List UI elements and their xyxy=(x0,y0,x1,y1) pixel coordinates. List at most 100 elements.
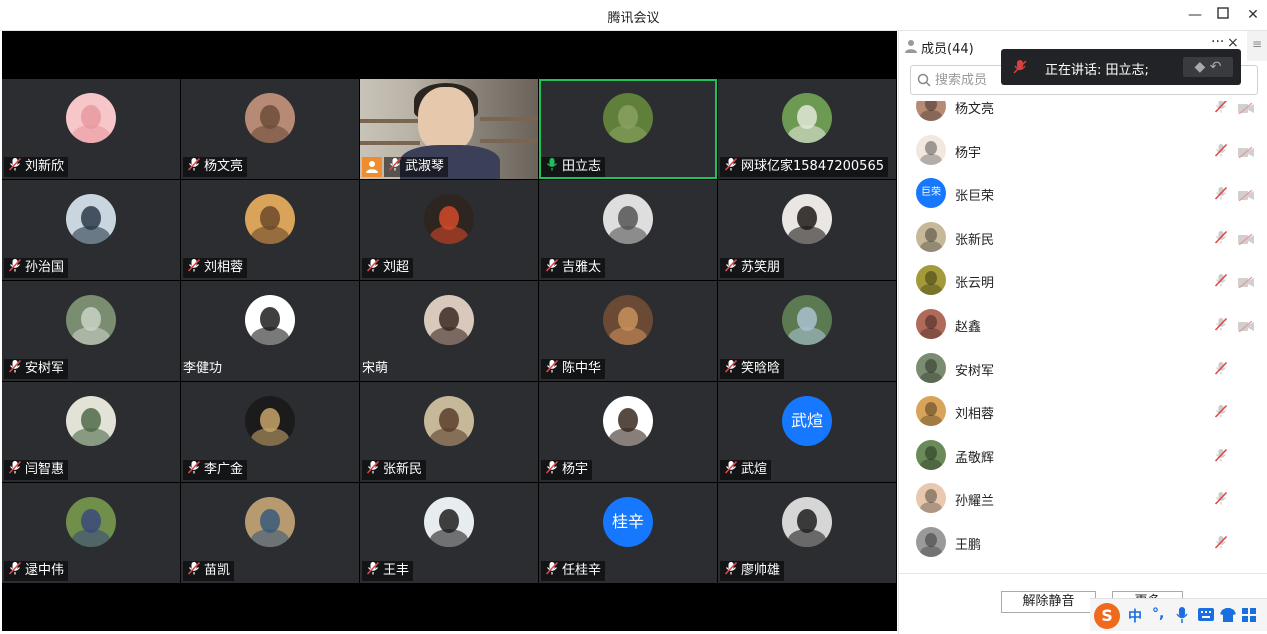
participant-name: 陈中华 xyxy=(562,361,602,376)
punctuation-icon[interactable]: °, xyxy=(1152,606,1164,622)
participant-name: 逯中伟 xyxy=(25,563,65,578)
muted-mic-icon xyxy=(8,460,22,481)
participant-tile[interactable]: 宋萌 xyxy=(360,281,538,381)
participant-name-tag: 杨宇 xyxy=(541,460,593,480)
screen-share-icon[interactable] xyxy=(362,157,382,177)
banner-controls-icon[interactable]: ◆ ↶ xyxy=(1183,57,1233,77)
member-row[interactable]: 安树军 xyxy=(899,347,1267,390)
participant-name-tag: 廖帅雄 xyxy=(720,561,785,582)
more-options-icon[interactable]: ··· xyxy=(1211,34,1224,50)
member-row[interactable]: 杨文亮 xyxy=(899,101,1267,128)
member-row[interactable]: 孟敬辉 xyxy=(899,434,1267,477)
keyboard-icon[interactable] xyxy=(1198,608,1214,621)
muted-mic-icon[interactable] xyxy=(1214,360,1228,379)
video-off-icon[interactable] xyxy=(1238,101,1254,118)
member-list[interactable]: 杨文亮 杨宇 巨荣 张巨荣张新民张云明赵鑫安树军 刘相蓉 孟敬辉 孙耀兰 王鹏 xyxy=(899,101,1267,573)
participant-name-tag: 李健功 xyxy=(181,359,226,379)
avatar: 武煊 xyxy=(782,396,832,446)
video-off-icon[interactable] xyxy=(1238,273,1254,292)
close-window-icon[interactable]: ✕ xyxy=(1244,6,1262,24)
participant-tile[interactable]: 王丰 xyxy=(360,483,538,583)
member-row[interactable]: 杨宇 xyxy=(899,129,1267,172)
muted-mic-icon[interactable] xyxy=(1214,534,1228,553)
menu-icon[interactable]: ≡ xyxy=(1249,37,1265,55)
participant-name: 任桂辛 xyxy=(562,563,602,578)
skin-icon[interactable] xyxy=(1220,608,1236,622)
participant-tile[interactable]: 武煊 武煊 xyxy=(718,382,896,482)
participant-tile[interactable]: 逯中伟 xyxy=(2,483,180,583)
participant-tile[interactable]: 陈中华 xyxy=(539,281,717,381)
member-avatar xyxy=(916,221,946,252)
member-row[interactable]: 孙耀兰 xyxy=(899,477,1267,520)
search-icon xyxy=(917,73,931,87)
speaking-banner: 正在讲话: 田立志; ◆ ↶ xyxy=(1001,49,1241,85)
muted-mic-icon[interactable] xyxy=(1214,490,1228,509)
video-off-icon[interactable] xyxy=(1238,230,1254,249)
participant-tile[interactable]: 杨宇 xyxy=(539,382,717,482)
participant-name-tag: 闫智惠 xyxy=(4,460,69,481)
avatar xyxy=(424,295,474,345)
member-row[interactable]: 巨荣 张巨荣 xyxy=(899,172,1267,215)
participant-tile[interactable]: 武淑琴 xyxy=(360,79,538,179)
muted-mic-icon[interactable] xyxy=(1214,447,1228,466)
muted-mic-icon[interactable] xyxy=(1214,403,1228,422)
avatar xyxy=(603,93,653,143)
participant-tile[interactable]: 吉雅太 xyxy=(539,180,717,280)
participant-name: 宋萌 xyxy=(362,361,389,376)
participant-tile[interactable]: 安树军 xyxy=(2,281,180,381)
muted-mic-icon xyxy=(724,258,738,279)
participant-tile[interactable]: 李广金 xyxy=(181,382,359,482)
participant-tile[interactable]: 廖帅雄 xyxy=(718,483,896,583)
avatar xyxy=(245,295,295,345)
participant-name: 网球亿家15847200565 xyxy=(741,159,884,174)
voice-input-icon[interactable] xyxy=(1176,607,1188,623)
participant-tile[interactable]: 张新民 xyxy=(360,382,538,482)
member-row[interactable]: 张新民 xyxy=(899,216,1267,259)
muted-mic-icon[interactable] xyxy=(1214,316,1228,335)
participant-tile[interactable]: 笑晗晗 xyxy=(718,281,896,381)
muted-mic-icon[interactable] xyxy=(1214,101,1228,117)
video-off-icon[interactable] xyxy=(1238,143,1254,162)
video-off-icon[interactable] xyxy=(1238,317,1254,336)
member-row[interactable]: 王鹏 xyxy=(899,521,1267,564)
participant-tile[interactable]: 李健功 xyxy=(181,281,359,381)
participant-tile[interactable]: 网球亿家15847200565 xyxy=(718,79,896,179)
video-off-icon[interactable] xyxy=(1238,186,1254,205)
member-row[interactable]: 张云明 xyxy=(899,259,1267,302)
unmute-all-button[interactable]: 解除静音 xyxy=(1001,591,1096,613)
participant-tile[interactable]: 苗凯 xyxy=(181,483,359,583)
member-avatar xyxy=(916,439,946,470)
participant-name-tag: 苗凯 xyxy=(183,561,235,581)
participant-tile[interactable]: 苏笑朋 xyxy=(718,180,896,280)
participant-tile[interactable]: 刘相蓉 xyxy=(181,180,359,280)
participant-tile[interactable]: 刘新欣 xyxy=(2,79,180,179)
minimize-icon[interactable]: — xyxy=(1186,6,1204,24)
participant-name-tag: 武煊 xyxy=(720,460,772,480)
avatar xyxy=(66,194,116,244)
participant-tile[interactable]: 杨文亮 xyxy=(181,79,359,179)
participant-name: 李广金 xyxy=(204,462,244,477)
participant-tile[interactable]: 闫智惠 xyxy=(2,382,180,482)
muted-mic-icon xyxy=(724,561,738,582)
member-row[interactable]: 刘相蓉 xyxy=(899,390,1267,433)
toolbox-icon[interactable] xyxy=(1242,608,1256,622)
video-area: 刘新欣 杨文亮 武淑琴 田立志 网球亿家15847200565 孙治国 刘相蓉 刘超 吉雅太 苏笑… xyxy=(2,31,897,631)
participant-tile[interactable]: 田立志 xyxy=(539,79,717,179)
member-name: 赵鑫 xyxy=(955,320,982,335)
participant-tile[interactable]: 刘超 xyxy=(360,180,538,280)
avatar xyxy=(66,396,116,446)
ime-language-toggle[interactable]: 中 xyxy=(1128,606,1142,626)
muted-mic-icon[interactable] xyxy=(1214,185,1228,204)
member-name: 张新民 xyxy=(955,232,995,248)
muted-mic-icon[interactable] xyxy=(1214,142,1228,161)
muted-mic-icon xyxy=(388,157,402,178)
muted-mic-icon[interactable] xyxy=(1214,229,1228,248)
member-row[interactable]: 赵鑫 xyxy=(899,303,1267,346)
muted-mic-icon xyxy=(8,258,22,279)
participant-tile[interactable]: 桂辛 任桂辛 xyxy=(539,483,717,583)
participant-tile[interactable]: 孙治国 xyxy=(2,180,180,280)
participant-name-tag: 刘新欣 xyxy=(4,157,69,177)
muted-mic-icon[interactable] xyxy=(1214,272,1228,291)
maximize-icon[interactable] xyxy=(1214,6,1232,24)
sogou-logo-icon[interactable]: S xyxy=(1094,603,1120,629)
